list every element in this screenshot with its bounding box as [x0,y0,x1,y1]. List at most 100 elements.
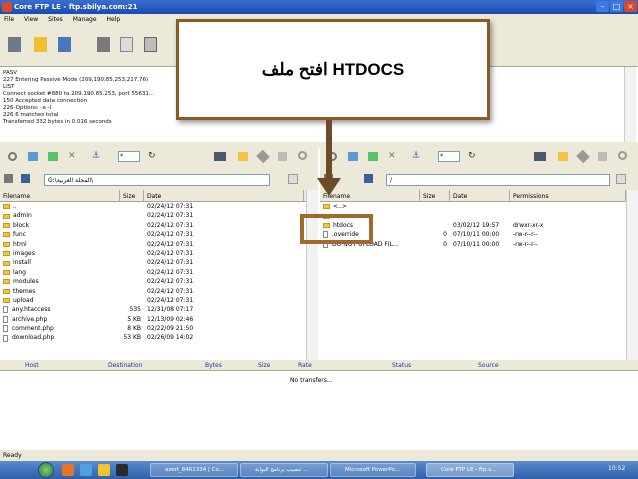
col-host[interactable]: Host [25,362,39,369]
filter-field[interactable]: * [118,151,140,162]
col-filename[interactable]: Filename [0,190,120,201]
firefox-icon[interactable] [62,464,74,476]
col-size[interactable]: Size [120,190,144,201]
col-source[interactable]: Source [478,362,499,369]
col-rate[interactable]: Rate [298,362,312,369]
search-icon[interactable] [8,152,17,161]
local-path-input[interactable]: G:\المجلة العربية\ [44,174,270,186]
col-destination[interactable]: Destination [108,362,142,369]
col-size[interactable]: Size [258,362,270,369]
table-row[interactable]: .. 02/24/12 07:31 [0,202,306,211]
view-icon[interactable] [618,151,627,160]
col-permissions[interactable]: Permissions [510,190,626,201]
table-row[interactable]: comment.php 8 KB 02/22/09 21:50 [0,324,306,333]
table-row[interactable]: <..> [320,202,626,211]
file-name-cell: upload [0,296,120,305]
disconnect-icon[interactable] [58,37,71,52]
remote-path-button[interactable] [616,174,626,184]
taskbar-item-chrome[interactable]: azert_8461334 | Co... [150,463,238,477]
col-date[interactable]: Date [450,190,510,201]
copy-icon[interactable] [120,37,133,52]
filter-field[interactable]: * [438,151,460,162]
new-folder-icon[interactable] [368,152,378,161]
log-scrollbar[interactable] [624,67,636,142]
delete-icon[interactable]: ✕ [68,151,76,161]
ie-icon[interactable] [80,464,92,476]
remote-toolbar: ✕ ⚓ * ↻ [320,148,638,166]
file-size-cell [120,211,144,220]
taskbar-item-install[interactable]: تنصيب برنامج البوابة ... [240,463,328,477]
refresh-folder-icon[interactable] [348,152,358,161]
site-manager-icon[interactable] [8,37,21,52]
remote-scrollbar[interactable] [626,190,638,360]
delete-icon[interactable]: ✕ [388,151,396,161]
local-file-list: .. 02/24/12 07:31 admin 02/24/12 07:31 block… [0,202,306,360]
col-size[interactable]: Size [420,190,450,201]
file-date-cell: 07/10/11 00:00 [453,231,500,239]
minimize-button[interactable]: – [596,1,609,12]
remote-path-input[interactable]: / [386,174,610,186]
maximize-button[interactable]: □ [610,1,623,12]
table-row[interactable]: block 02/24/12 07:31 [0,221,306,230]
close-button[interactable]: × [624,1,637,12]
download-arrow-icon[interactable]: ⚓ [412,151,420,161]
transfer-icon[interactable] [214,152,226,161]
taskbar-item-powerpoint[interactable]: Microsoft PowerPo... [330,463,416,477]
folder-icon [3,241,10,247]
properties-icon[interactable] [278,152,287,161]
file-name: upload [13,296,34,304]
settings-icon[interactable] [576,149,590,164]
file-perm-cell [510,211,626,220]
view-icon[interactable] [298,151,307,160]
folder-icon [3,204,10,210]
table-row[interactable]: themes 02/24/12 07:31 [0,287,306,296]
transfer-icon[interactable] [534,152,546,161]
bookmark-icon[interactable] [238,152,248,161]
table-row[interactable]: any.htaccess 535 12/31/08 07:17 [0,305,306,314]
local-path-button[interactable] [288,174,298,184]
file-name-cell: .. [0,202,120,211]
table-row[interactable]: admin 02/24/12 07:31 [0,211,306,220]
taskbar-item-coreftp[interactable]: Core FTP LE - ftp.s... [426,463,514,477]
drive-icon[interactable] [364,174,373,183]
col-bytes[interactable]: Bytes [205,362,222,369]
media-player-icon[interactable] [116,464,128,476]
settings-icon[interactable] [256,149,270,164]
menu-view[interactable]: View [24,16,38,23]
refresh-folder-icon[interactable] [28,152,38,161]
file-icon [3,315,8,323]
quick-connect-icon[interactable] [34,37,47,52]
table-row[interactable]: html 02/24/12 07:31 [0,240,306,249]
up-folder-icon[interactable] [4,174,13,183]
col-status[interactable]: Status [392,362,411,369]
explorer-icon[interactable] [98,464,110,476]
properties-icon[interactable] [598,152,607,161]
new-folder-icon[interactable] [48,152,58,161]
file-perm-cell: -rw-r--r-- [513,240,538,248]
file-size-cell: 0 [443,240,447,248]
bookmark-icon[interactable] [558,152,568,161]
cut-icon[interactable] [97,37,110,52]
drive-icon[interactable] [21,174,30,183]
col-date[interactable]: Date [144,190,304,201]
file-name-cell: html [0,240,120,249]
menu-manage[interactable]: Manage [73,16,97,23]
table-row[interactable]: lang 02/24/12 07:31 [0,268,306,277]
table-row[interactable]: install 02/24/12 07:31 [0,258,306,267]
table-row[interactable]: upload 02/24/12 07:31 [0,296,306,305]
upload-arrow-icon[interactable]: ⚓ [92,151,100,161]
table-row[interactable]: download.php 53 KB 02/26/09 14:02 [0,333,306,342]
start-button[interactable] [38,462,54,478]
table-row[interactable]: modules 02/24/12 07:31 [0,277,306,286]
reload-icon[interactable]: ↻ [468,151,476,161]
menu-help[interactable]: Help [106,16,120,23]
table-row[interactable]: images 02/24/12 07:31 [0,249,306,258]
paste-icon[interactable] [144,37,157,52]
clock: 10:52 [608,465,626,472]
arrow-head [317,178,341,196]
table-row[interactable]: func 02/24/12 07:31 [0,230,306,239]
menu-sites[interactable]: Sites [48,16,63,23]
reload-icon[interactable]: ↻ [148,151,156,161]
table-row[interactable]: archive.php 5 KB 12/13/09 02:46 [0,315,306,324]
menu-file[interactable]: File [4,16,14,23]
